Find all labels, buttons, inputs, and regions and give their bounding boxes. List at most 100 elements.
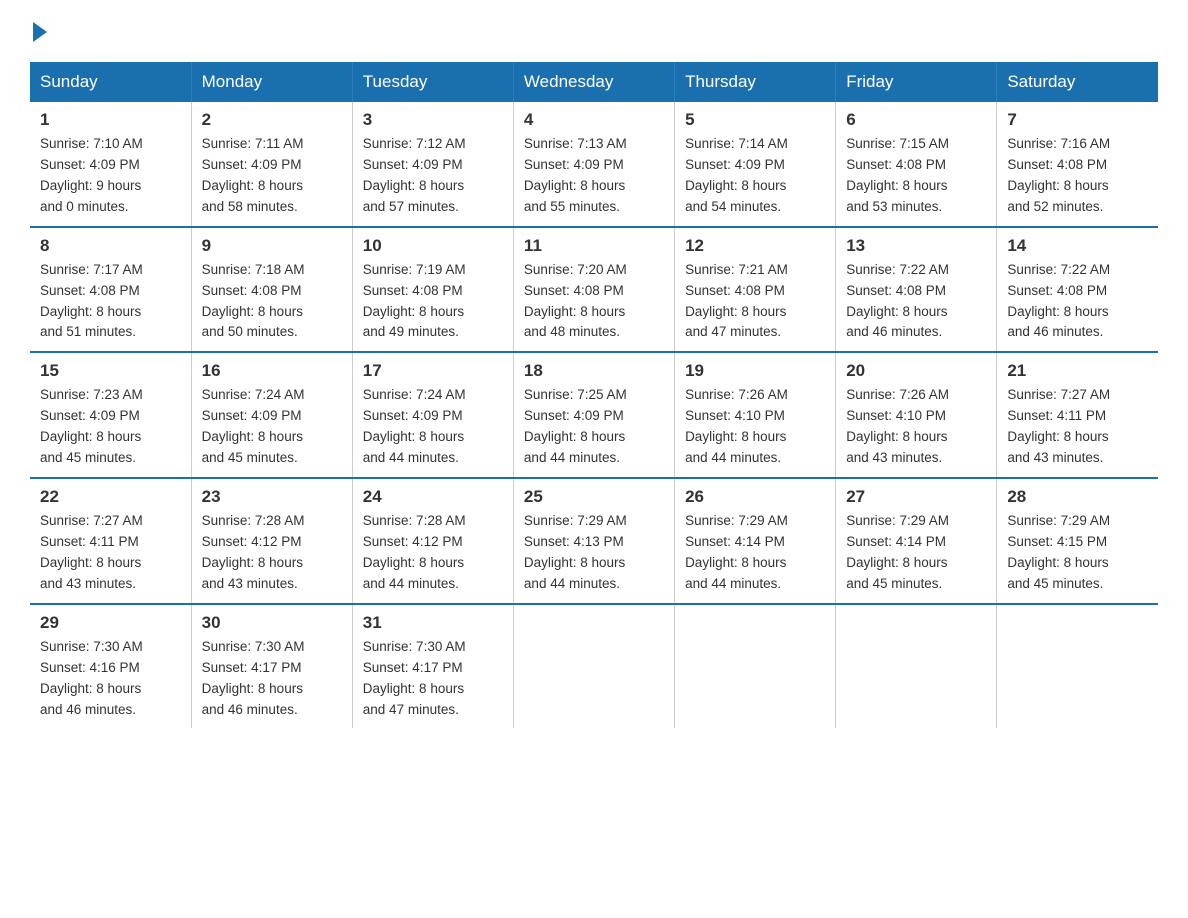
calendar-table: SundayMondayTuesdayWednesdayThursdayFrid… <box>30 62 1158 728</box>
calendar-day-cell: 15 Sunrise: 7:23 AM Sunset: 4:09 PM Dayl… <box>30 352 191 478</box>
day-of-week-header: Wednesday <box>513 62 674 102</box>
day-info: Sunrise: 7:19 AM Sunset: 4:08 PM Dayligh… <box>363 260 503 344</box>
day-number: 1 <box>40 110 181 130</box>
day-info: Sunrise: 7:11 AM Sunset: 4:09 PM Dayligh… <box>202 134 342 218</box>
day-number: 16 <box>202 361 342 381</box>
calendar-day-cell <box>997 604 1158 729</box>
day-number: 29 <box>40 613 181 633</box>
day-number: 3 <box>363 110 503 130</box>
calendar-day-cell: 16 Sunrise: 7:24 AM Sunset: 4:09 PM Dayl… <box>191 352 352 478</box>
calendar-day-cell: 1 Sunrise: 7:10 AM Sunset: 4:09 PM Dayli… <box>30 102 191 227</box>
day-info: Sunrise: 7:27 AM Sunset: 4:11 PM Dayligh… <box>40 511 181 595</box>
day-info: Sunrise: 7:30 AM Sunset: 4:16 PM Dayligh… <box>40 637 181 721</box>
day-info: Sunrise: 7:29 AM Sunset: 4:13 PM Dayligh… <box>524 511 664 595</box>
day-info: Sunrise: 7:29 AM Sunset: 4:15 PM Dayligh… <box>1007 511 1148 595</box>
day-number: 22 <box>40 487 181 507</box>
day-of-week-header: Saturday <box>997 62 1158 102</box>
day-info: Sunrise: 7:22 AM Sunset: 4:08 PM Dayligh… <box>1007 260 1148 344</box>
day-number: 11 <box>524 236 664 256</box>
day-of-week-header: Tuesday <box>352 62 513 102</box>
day-info: Sunrise: 7:24 AM Sunset: 4:09 PM Dayligh… <box>202 385 342 469</box>
calendar-day-cell: 17 Sunrise: 7:24 AM Sunset: 4:09 PM Dayl… <box>352 352 513 478</box>
day-number: 13 <box>846 236 986 256</box>
day-number: 28 <box>1007 487 1148 507</box>
day-number: 8 <box>40 236 181 256</box>
day-number: 2 <box>202 110 342 130</box>
calendar-day-cell: 22 Sunrise: 7:27 AM Sunset: 4:11 PM Dayl… <box>30 478 191 604</box>
calendar-day-cell: 21 Sunrise: 7:27 AM Sunset: 4:11 PM Dayl… <box>997 352 1158 478</box>
day-number: 30 <box>202 613 342 633</box>
calendar-week-row: 15 Sunrise: 7:23 AM Sunset: 4:09 PM Dayl… <box>30 352 1158 478</box>
day-info: Sunrise: 7:23 AM Sunset: 4:09 PM Dayligh… <box>40 385 181 469</box>
day-number: 12 <box>685 236 825 256</box>
day-of-week-header: Thursday <box>675 62 836 102</box>
day-number: 5 <box>685 110 825 130</box>
day-info: Sunrise: 7:17 AM Sunset: 4:08 PM Dayligh… <box>40 260 181 344</box>
calendar-day-cell: 8 Sunrise: 7:17 AM Sunset: 4:08 PM Dayli… <box>30 227 191 353</box>
day-number: 10 <box>363 236 503 256</box>
calendar-day-cell: 14 Sunrise: 7:22 AM Sunset: 4:08 PM Dayl… <box>997 227 1158 353</box>
calendar-day-cell: 3 Sunrise: 7:12 AM Sunset: 4:09 PM Dayli… <box>352 102 513 227</box>
day-info: Sunrise: 7:14 AM Sunset: 4:09 PM Dayligh… <box>685 134 825 218</box>
day-number: 14 <box>1007 236 1148 256</box>
calendar-day-cell: 6 Sunrise: 7:15 AM Sunset: 4:08 PM Dayli… <box>836 102 997 227</box>
calendar-day-cell: 9 Sunrise: 7:18 AM Sunset: 4:08 PM Dayli… <box>191 227 352 353</box>
page-header <box>30 20 1158 42</box>
day-number: 19 <box>685 361 825 381</box>
calendar-day-cell: 20 Sunrise: 7:26 AM Sunset: 4:10 PM Dayl… <box>836 352 997 478</box>
day-info: Sunrise: 7:28 AM Sunset: 4:12 PM Dayligh… <box>202 511 342 595</box>
calendar-day-cell: 29 Sunrise: 7:30 AM Sunset: 4:16 PM Dayl… <box>30 604 191 729</box>
day-number: 7 <box>1007 110 1148 130</box>
day-info: Sunrise: 7:10 AM Sunset: 4:09 PM Dayligh… <box>40 134 181 218</box>
day-number: 6 <box>846 110 986 130</box>
calendar-week-row: 22 Sunrise: 7:27 AM Sunset: 4:11 PM Dayl… <box>30 478 1158 604</box>
day-info: Sunrise: 7:24 AM Sunset: 4:09 PM Dayligh… <box>363 385 503 469</box>
day-info: Sunrise: 7:21 AM Sunset: 4:08 PM Dayligh… <box>685 260 825 344</box>
day-info: Sunrise: 7:20 AM Sunset: 4:08 PM Dayligh… <box>524 260 664 344</box>
day-info: Sunrise: 7:30 AM Sunset: 4:17 PM Dayligh… <box>202 637 342 721</box>
calendar-day-cell: 5 Sunrise: 7:14 AM Sunset: 4:09 PM Dayli… <box>675 102 836 227</box>
day-info: Sunrise: 7:16 AM Sunset: 4:08 PM Dayligh… <box>1007 134 1148 218</box>
day-info: Sunrise: 7:13 AM Sunset: 4:09 PM Dayligh… <box>524 134 664 218</box>
day-number: 4 <box>524 110 664 130</box>
day-number: 31 <box>363 613 503 633</box>
day-number: 18 <box>524 361 664 381</box>
calendar-day-cell <box>513 604 674 729</box>
calendar-week-row: 8 Sunrise: 7:17 AM Sunset: 4:08 PM Dayli… <box>30 227 1158 353</box>
day-info: Sunrise: 7:12 AM Sunset: 4:09 PM Dayligh… <box>363 134 503 218</box>
day-number: 20 <box>846 361 986 381</box>
day-number: 27 <box>846 487 986 507</box>
day-info: Sunrise: 7:26 AM Sunset: 4:10 PM Dayligh… <box>846 385 986 469</box>
day-info: Sunrise: 7:29 AM Sunset: 4:14 PM Dayligh… <box>685 511 825 595</box>
day-number: 21 <box>1007 361 1148 381</box>
calendar-day-cell: 10 Sunrise: 7:19 AM Sunset: 4:08 PM Dayl… <box>352 227 513 353</box>
calendar-day-cell: 30 Sunrise: 7:30 AM Sunset: 4:17 PM Dayl… <box>191 604 352 729</box>
calendar-day-cell <box>836 604 997 729</box>
day-number: 23 <box>202 487 342 507</box>
day-info: Sunrise: 7:25 AM Sunset: 4:09 PM Dayligh… <box>524 385 664 469</box>
day-info: Sunrise: 7:26 AM Sunset: 4:10 PM Dayligh… <box>685 385 825 469</box>
calendar-day-cell: 13 Sunrise: 7:22 AM Sunset: 4:08 PM Dayl… <box>836 227 997 353</box>
logo-triangle-icon <box>33 22 47 42</box>
calendar-day-cell: 25 Sunrise: 7:29 AM Sunset: 4:13 PM Dayl… <box>513 478 674 604</box>
calendar-day-cell: 12 Sunrise: 7:21 AM Sunset: 4:08 PM Dayl… <box>675 227 836 353</box>
calendar-day-cell: 23 Sunrise: 7:28 AM Sunset: 4:12 PM Dayl… <box>191 478 352 604</box>
calendar-day-cell: 26 Sunrise: 7:29 AM Sunset: 4:14 PM Dayl… <box>675 478 836 604</box>
day-number: 24 <box>363 487 503 507</box>
day-number: 25 <box>524 487 664 507</box>
day-number: 15 <box>40 361 181 381</box>
day-info: Sunrise: 7:22 AM Sunset: 4:08 PM Dayligh… <box>846 260 986 344</box>
calendar-day-cell: 31 Sunrise: 7:30 AM Sunset: 4:17 PM Dayl… <box>352 604 513 729</box>
calendar-day-cell: 18 Sunrise: 7:25 AM Sunset: 4:09 PM Dayl… <box>513 352 674 478</box>
day-info: Sunrise: 7:30 AM Sunset: 4:17 PM Dayligh… <box>363 637 503 721</box>
calendar-day-cell: 28 Sunrise: 7:29 AM Sunset: 4:15 PM Dayl… <box>997 478 1158 604</box>
day-info: Sunrise: 7:27 AM Sunset: 4:11 PM Dayligh… <box>1007 385 1148 469</box>
calendar-day-cell: 19 Sunrise: 7:26 AM Sunset: 4:10 PM Dayl… <box>675 352 836 478</box>
day-number: 9 <box>202 236 342 256</box>
day-info: Sunrise: 7:28 AM Sunset: 4:12 PM Dayligh… <box>363 511 503 595</box>
day-info: Sunrise: 7:18 AM Sunset: 4:08 PM Dayligh… <box>202 260 342 344</box>
calendar-week-row: 29 Sunrise: 7:30 AM Sunset: 4:16 PM Dayl… <box>30 604 1158 729</box>
day-info: Sunrise: 7:29 AM Sunset: 4:14 PM Dayligh… <box>846 511 986 595</box>
day-number: 26 <box>685 487 825 507</box>
calendar-day-cell: 4 Sunrise: 7:13 AM Sunset: 4:09 PM Dayli… <box>513 102 674 227</box>
